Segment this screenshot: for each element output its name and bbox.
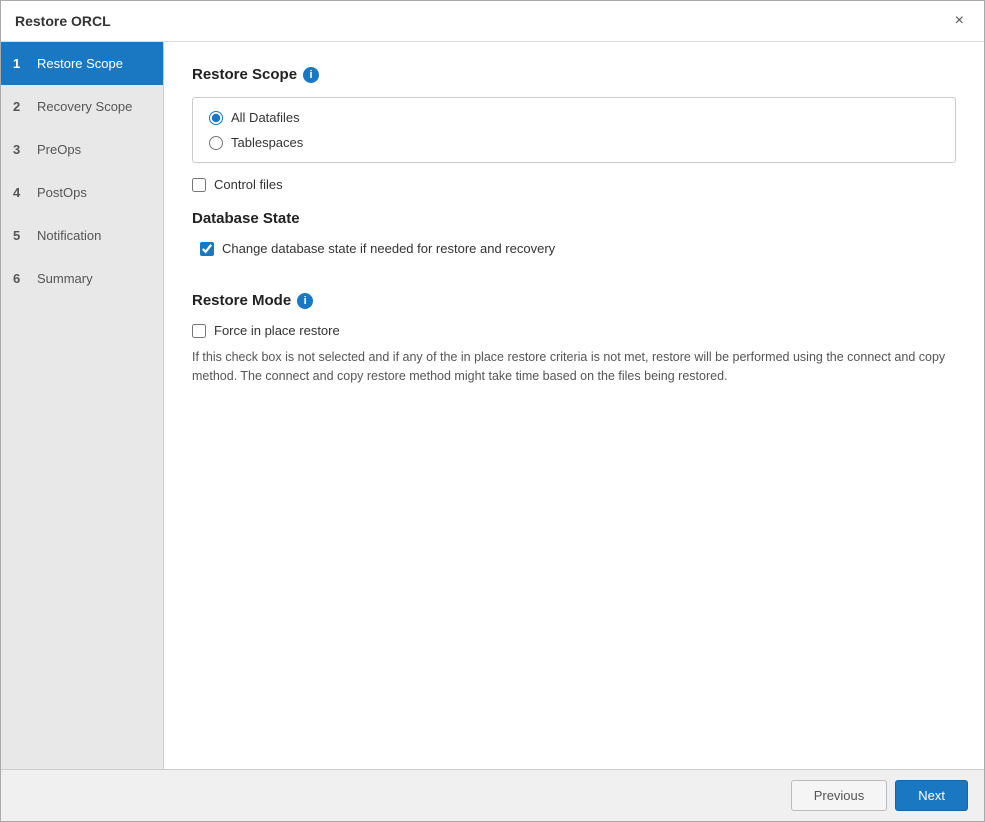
db-state-checkbox-row[interactable]: Change database state if needed for rest… bbox=[200, 241, 956, 256]
restore-scope-info-icon[interactable]: i bbox=[303, 67, 319, 83]
sidebar-label-5: Notification bbox=[37, 228, 101, 243]
radio-tablespaces-label: Tablespaces bbox=[231, 135, 303, 150]
restore-mode-section: Restore Mode i Force in place restore If… bbox=[192, 292, 956, 386]
step-number-5: 5 bbox=[13, 228, 29, 243]
restore-dialog: Restore ORCL × 1 Restore Scope 2 Recover… bbox=[0, 0, 985, 822]
previous-button[interactable]: Previous bbox=[791, 780, 888, 811]
restore-scope-heading: Restore Scope i bbox=[192, 66, 956, 83]
sidebar-label-3: PreOps bbox=[37, 142, 81, 157]
restore-mode-info-icon[interactable]: i bbox=[297, 293, 313, 309]
sidebar-label-4: PostOps bbox=[37, 185, 87, 200]
sidebar-item-preops[interactable]: 3 PreOps bbox=[1, 128, 163, 171]
db-state-checkbox[interactable] bbox=[200, 242, 214, 256]
dialog-title: Restore ORCL bbox=[15, 13, 111, 29]
radio-tablespaces[interactable]: Tablespaces bbox=[209, 135, 939, 150]
force-restore-label: Force in place restore bbox=[214, 323, 340, 338]
database-state-heading: Database State bbox=[192, 210, 956, 227]
sidebar-label-1: Restore Scope bbox=[37, 56, 123, 71]
step-number-2: 2 bbox=[13, 99, 29, 114]
radio-tablespaces-input[interactable] bbox=[209, 136, 223, 150]
sidebar-item-recovery-scope[interactable]: 2 Recovery Scope bbox=[1, 85, 163, 128]
next-button[interactable]: Next bbox=[895, 780, 968, 811]
step-number-1: 1 bbox=[13, 56, 29, 71]
restore-mode-title: Restore Mode bbox=[192, 292, 291, 309]
radio-all-datafiles[interactable]: All Datafiles bbox=[209, 110, 939, 125]
restore-mode-heading: Restore Mode i bbox=[192, 292, 956, 309]
sidebar-label-6: Summary bbox=[37, 271, 93, 286]
radio-all-datafiles-input[interactable] bbox=[209, 111, 223, 125]
database-state-section: Database State Change database state if … bbox=[192, 210, 956, 274]
control-files-row[interactable]: Control files bbox=[192, 177, 956, 192]
sidebar-item-restore-scope[interactable]: 1 Restore Scope bbox=[1, 42, 163, 85]
restore-scope-title: Restore Scope bbox=[192, 66, 297, 83]
restore-mode-hint: If this check box is not selected and if… bbox=[192, 348, 956, 386]
dialog-footer: Previous Next bbox=[1, 769, 984, 821]
sidebar: 1 Restore Scope 2 Recovery Scope 3 PreOp… bbox=[1, 42, 164, 769]
step-number-6: 6 bbox=[13, 271, 29, 286]
sidebar-item-postops[interactable]: 4 PostOps bbox=[1, 171, 163, 214]
control-files-label: Control files bbox=[214, 177, 283, 192]
control-files-checkbox[interactable] bbox=[192, 178, 206, 192]
radio-all-datafiles-label: All Datafiles bbox=[231, 110, 300, 125]
step-number-3: 3 bbox=[13, 142, 29, 157]
database-state-title: Database State bbox=[192, 210, 300, 227]
sidebar-item-summary[interactable]: 6 Summary bbox=[1, 257, 163, 300]
close-button[interactable]: × bbox=[949, 11, 970, 31]
datafile-radio-group: All Datafiles Tablespaces bbox=[192, 97, 956, 163]
sidebar-label-2: Recovery Scope bbox=[37, 99, 132, 114]
db-state-checkbox-label: Change database state if needed for rest… bbox=[222, 241, 555, 256]
force-restore-checkbox[interactable] bbox=[192, 324, 206, 338]
dialog-body: 1 Restore Scope 2 Recovery Scope 3 PreOp… bbox=[1, 42, 984, 769]
main-content: Restore Scope i All Datafiles Tablespace… bbox=[164, 42, 984, 769]
force-restore-row[interactable]: Force in place restore bbox=[192, 323, 956, 338]
step-number-4: 4 bbox=[13, 185, 29, 200]
sidebar-item-notification[interactable]: 5 Notification bbox=[1, 214, 163, 257]
dialog-header: Restore ORCL × bbox=[1, 1, 984, 42]
